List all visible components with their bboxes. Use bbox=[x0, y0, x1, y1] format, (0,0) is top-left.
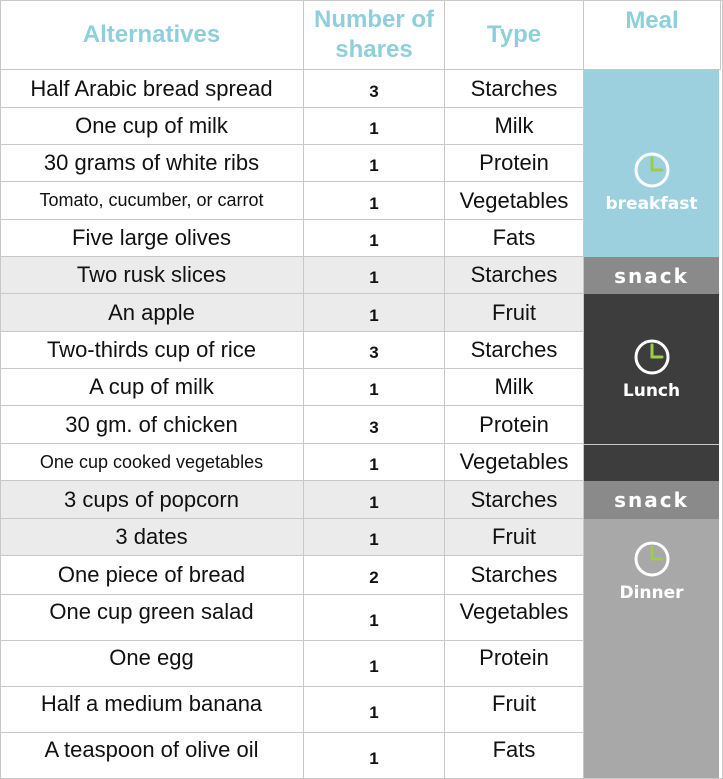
meal-block-dinner: Dinner bbox=[584, 519, 719, 779]
alternative-cell: Half Arabic bread spread bbox=[0, 70, 304, 108]
type-cell: Milk bbox=[445, 369, 584, 406]
alternative-cell: One piece of bread bbox=[0, 556, 304, 595]
type-cell: Fats bbox=[445, 733, 584, 779]
clock-icon bbox=[634, 541, 669, 577]
meal-block-snack: snack bbox=[584, 257, 719, 294]
type-cell: Milk bbox=[445, 108, 584, 145]
meal-plan-table: Alternatives Number of shares Type Meal … bbox=[0, 0, 723, 779]
type-cell: Protein bbox=[445, 641, 584, 687]
shares-cell: 1 bbox=[304, 369, 445, 406]
type-cell: Starches bbox=[445, 70, 584, 108]
meal-block-lunch: Lunch bbox=[584, 294, 719, 444]
type-cell: Fats bbox=[445, 220, 584, 257]
type-cell: Starches bbox=[445, 481, 584, 519]
type-cell: Starches bbox=[445, 257, 584, 294]
shares-cell: 1 bbox=[304, 595, 445, 641]
type-cell: Starches bbox=[445, 332, 584, 369]
alternative-cell: One cup green salad bbox=[0, 595, 304, 641]
meal-label: breakfast bbox=[605, 194, 698, 214]
type-cell: Vegetables bbox=[445, 182, 584, 220]
type-cell: Fruit bbox=[445, 519, 584, 556]
alternative-cell: A cup of milk bbox=[0, 369, 304, 406]
type-cell: Fruit bbox=[445, 294, 584, 332]
shares-cell: 1 bbox=[304, 220, 445, 257]
type-cell: Starches bbox=[445, 556, 584, 595]
alternative-cell: A teaspoon of olive oil bbox=[0, 733, 304, 779]
shares-cell: 1 bbox=[304, 294, 445, 332]
type-cell: Protein bbox=[445, 406, 584, 444]
alternative-cell: One cup cooked vegetables bbox=[0, 444, 304, 481]
shares-cell: 1 bbox=[304, 257, 445, 294]
alternative-cell: One egg bbox=[0, 641, 304, 687]
type-cell: Protein bbox=[445, 145, 584, 182]
shares-cell: 1 bbox=[304, 444, 445, 481]
shares-cell: 1 bbox=[304, 733, 445, 779]
alternative-cell: 30 grams of white ribs bbox=[0, 145, 304, 182]
meal-block-snack: snack bbox=[584, 481, 719, 519]
header-type: Type bbox=[445, 0, 584, 70]
meal-label: snack bbox=[614, 263, 689, 288]
shares-cell: 1 bbox=[304, 519, 445, 556]
shares-cell: 1 bbox=[304, 641, 445, 687]
type-cell: Fruit bbox=[445, 687, 584, 733]
header-number-of-shares: Number of shares bbox=[304, 0, 445, 70]
alternative-cell: An apple bbox=[0, 294, 304, 332]
alternative-cell: Five large olives bbox=[0, 220, 304, 257]
type-cell: Vegetables bbox=[445, 595, 584, 641]
shares-cell: 1 bbox=[304, 182, 445, 220]
shares-cell: 2 bbox=[304, 556, 445, 595]
clock-icon bbox=[634, 339, 669, 375]
meal-label: Dinner bbox=[619, 583, 684, 603]
clock-icon bbox=[634, 152, 669, 188]
alternative-cell: 30 gm. of chicken bbox=[0, 406, 304, 444]
alternative-cell: Half a medium banana bbox=[0, 687, 304, 733]
shares-cell: 3 bbox=[304, 406, 445, 444]
header-alternatives: Alternatives bbox=[0, 0, 304, 70]
shares-cell: 1 bbox=[304, 687, 445, 733]
shares-cell: 1 bbox=[304, 481, 445, 519]
meal-label: Lunch bbox=[622, 381, 681, 401]
alternative-cell: 3 dates bbox=[0, 519, 304, 556]
meal-label: snack bbox=[614, 488, 689, 512]
alternative-cell: One cup of milk bbox=[0, 108, 304, 145]
alternative-cell: 3 cups of popcorn bbox=[0, 481, 304, 519]
alternative-cell: Two rusk slices bbox=[0, 257, 304, 294]
alternative-cell: Tomato, cucumber, or carrot bbox=[0, 182, 304, 220]
header-meal: Meal bbox=[584, 0, 721, 70]
shares-cell: 1 bbox=[304, 108, 445, 145]
shares-cell: 1 bbox=[304, 145, 445, 182]
shares-cell: 3 bbox=[304, 70, 445, 108]
alternative-cell: Two-thirds cup of rice bbox=[0, 332, 304, 369]
type-cell: Vegetables bbox=[445, 444, 584, 481]
meal-block-lunch-extension bbox=[584, 444, 719, 481]
shares-cell: 3 bbox=[304, 332, 445, 369]
